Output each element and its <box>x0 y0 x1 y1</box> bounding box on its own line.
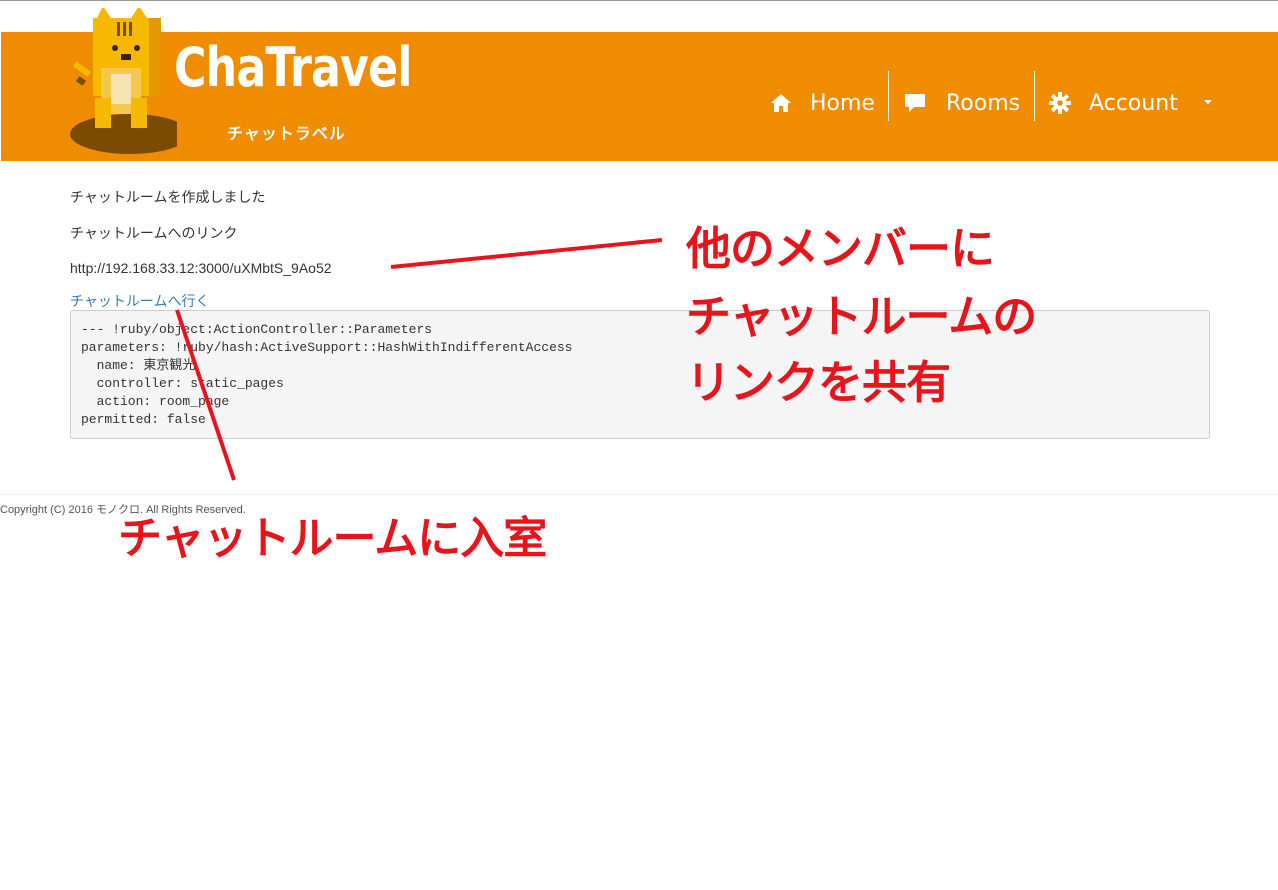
annotation-share-line-3: リンクを共有 <box>686 356 951 409</box>
annotation-enter-room: チャットルームに入室 <box>118 513 547 564</box>
nav-divider <box>888 71 889 121</box>
annotation-share-line-1: 他のメンバーに <box>686 222 995 275</box>
top-divider <box>0 0 1278 1</box>
brand-title: ChaTravel <box>174 36 412 99</box>
footer-divider <box>0 494 1278 495</box>
debug-line: action: room_page <box>81 394 230 409</box>
nav-rooms-label: Rooms <box>946 90 1021 116</box>
home-icon <box>771 94 791 112</box>
navbar: ChaTravel チャットラベル Home Rooms Account <box>1 8 1278 161</box>
nav-account-dropdown[interactable]: Account <box>1049 84 1212 122</box>
brand-subtitle: チャットラベル <box>227 124 346 143</box>
nav-home-label: Home <box>810 90 875 116</box>
brand-logo[interactable]: ChaTravel チャットラベル <box>1 8 421 161</box>
room-link-heading: チャットルームへのリンク <box>70 225 238 241</box>
room-url: http://192.168.33.12:3000/uXMbtS_9Ao52 <box>70 260 332 276</box>
nav-account-label: Account <box>1089 90 1178 116</box>
nav-rooms[interactable]: Rooms <box>904 84 1020 122</box>
debug-line: name: 東京観光 <box>81 358 196 373</box>
tiger-mascot-icon <box>70 8 177 154</box>
gear-icon <box>1049 92 1071 114</box>
caret-down-icon <box>1203 100 1212 104</box>
room-created-message: チャットルームを作成しました <box>70 189 266 205</box>
chat-bubble-icon <box>905 94 925 112</box>
nav-divider <box>1034 71 1035 121</box>
debug-params-block: --- !ruby/object:ActionController::Param… <box>70 310 1210 439</box>
debug-line: controller: static_pages <box>81 376 284 391</box>
annotation-pointer-line <box>390 238 663 269</box>
enter-room-link[interactable]: チャットルームへ行く <box>70 291 209 311</box>
annotation-share-line-2: チャットルームの <box>686 290 1037 343</box>
nav-home[interactable]: Home <box>770 84 875 122</box>
debug-line: permitted: false <box>81 412 206 427</box>
